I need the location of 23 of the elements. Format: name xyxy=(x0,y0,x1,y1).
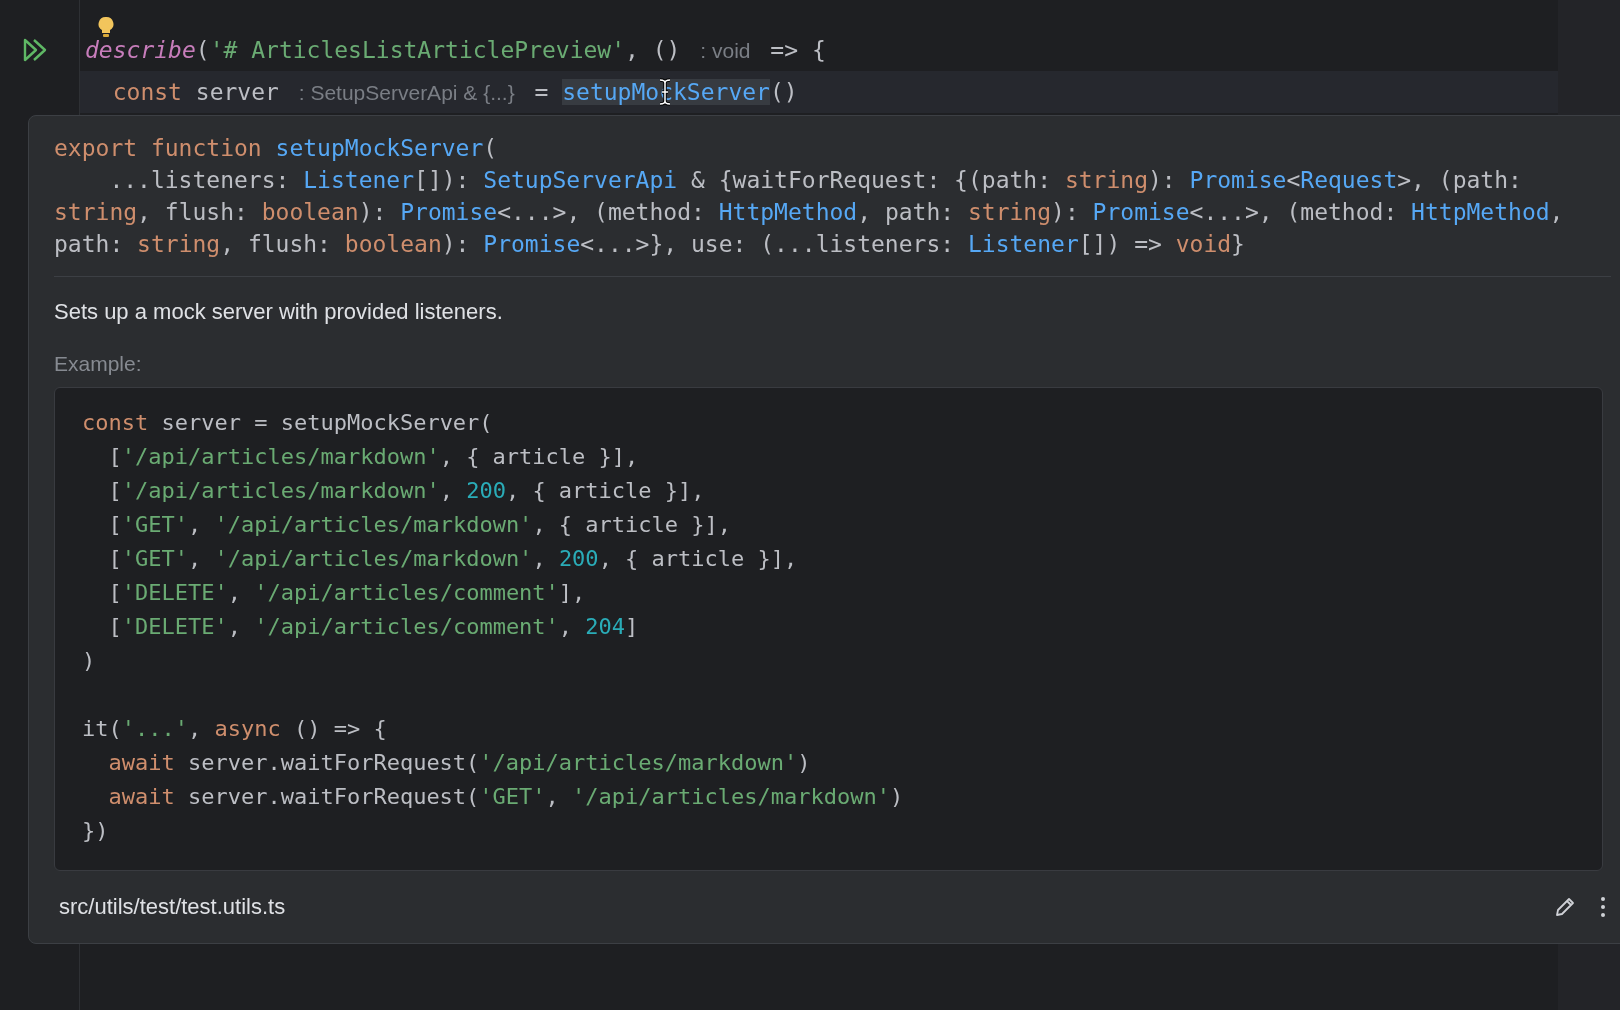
description-text: Sets up a mock server with provided listeners. xyxy=(54,298,504,326)
code-line: await server.waitForRequest('GET', '/api/articles/markdown') xyxy=(107,783,905,811)
code-line: ['DELETE', '/api/articles/comment'], xyxy=(107,579,587,607)
file-path[interactable]: src/utils/test/test.utils.ts xyxy=(59,894,286,920)
code-line: ['/api/articles/markdown', { article }], xyxy=(107,443,640,471)
pencil-icon[interactable] xyxy=(1553,895,1577,919)
signature-line: ...listeners: Listener[]): SetupServerApi & {waitForRequest: {(path: string): Promise<Request>, (path: xyxy=(108,166,1523,195)
signature-line: string, flush: boolean): Promise<...>, (method: HttpMethod, path: string): Promise<...>, (method: HttpMethod, xyxy=(54,198,1565,227)
code-line: describe('# ArticlesListArticlePreview', () : void => { xyxy=(85,36,826,64)
code-line: ) xyxy=(82,647,97,675)
more-options-icon[interactable] xyxy=(1599,895,1607,919)
lightbulb-icon[interactable] xyxy=(98,16,114,38)
code-line: it('...', async () => { xyxy=(82,715,388,743)
code-line: ['/api/articles/markdown', 200, { article }], xyxy=(107,477,706,505)
example-label: Example: xyxy=(54,351,143,377)
code-line: ['GET', '/api/articles/markdown', 200, { article }], xyxy=(107,545,799,573)
code-line: ['DELETE', '/api/articles/comment', 204] xyxy=(107,613,640,641)
signature-line: path: string, flush: boolean): Promise<...>}, use: (...listeners: Listener[]) => void} xyxy=(54,230,1246,259)
code-line: const server = setupMockServer( xyxy=(82,409,494,437)
signature-line: export function setupMockServer( xyxy=(54,134,499,163)
code-line: ['GET', '/api/articles/markdown', { article }], xyxy=(107,511,733,539)
code-line: await server.waitForRequest('/api/articles/markdown') xyxy=(107,749,812,777)
code-line: }) xyxy=(82,817,110,845)
